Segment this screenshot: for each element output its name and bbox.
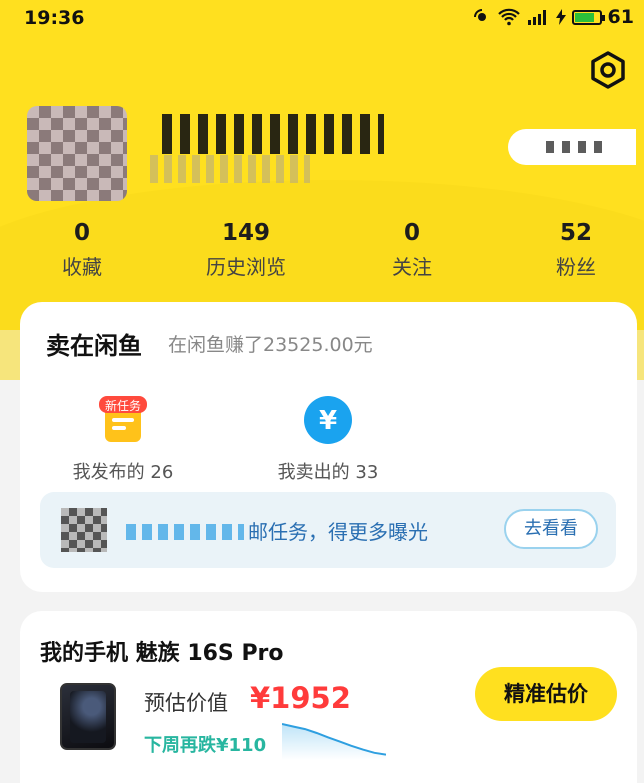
list-doc-icon: 新任务 — [97, 394, 149, 446]
promo-thumbnail — [61, 508, 107, 552]
user-info-redacted — [150, 155, 310, 183]
next-week-drop: 下周再跌¥110 — [144, 735, 267, 756]
profile-badge-redacted[interactable] — [508, 129, 636, 165]
phone-image — [60, 683, 116, 750]
my-published-entry[interactable]: 新任务 我发布的 26 — [48, 394, 198, 484]
stat-history[interactable]: 149 历史浏览 — [181, 220, 311, 280]
stat-label: 历史浏览 — [206, 255, 286, 279]
my-sold-entry[interactable]: ¥ 我卖出的 33 — [253, 394, 403, 484]
hotspot-icon — [473, 9, 486, 21]
promo-banner[interactable]: 邮任务，得更多曝光 去看看 — [40, 492, 616, 568]
charging-icon — [555, 9, 566, 25]
stat-following[interactable]: 0 关注 — [347, 220, 477, 280]
precise-valuation-button[interactable]: 精准估价 — [475, 667, 617, 721]
stat-count: 149 — [221, 220, 270, 246]
my-phone-card: 我的手机 魅族 16S Pro 预估价值 ¥1952 下周再跌¥110 精准估价 — [20, 611, 637, 783]
stat-count: 0 — [73, 220, 90, 246]
settings-icon[interactable] — [588, 50, 628, 90]
sell-title: 卖在闲鱼 — [46, 332, 142, 360]
stat-followers[interactable]: 52 粉丝 — [511, 220, 641, 280]
estimate-price: ¥1952 — [250, 681, 351, 715]
sell-earnings: 在闲鱼赚了23525.00元 — [168, 334, 373, 356]
new-task-badge: 新任务 — [104, 399, 141, 413]
nickname-redacted[interactable] — [162, 114, 384, 154]
my-published-label: 我发布的 26 — [72, 462, 174, 483]
stat-count: 0 — [403, 220, 420, 246]
wifi-icon — [497, 8, 520, 26]
status-time: 19:36 — [24, 7, 85, 29]
stat-favorites[interactable]: 0 收藏 — [17, 220, 147, 280]
stat-count: 52 — [559, 220, 592, 246]
stat-label: 收藏 — [62, 255, 102, 279]
estimate-label: 预估价值 — [144, 691, 228, 715]
status-bar: 19:36 61 — [0, 0, 644, 36]
promo-text: 邮任务，得更多曝光 — [248, 520, 428, 544]
promo-view-button[interactable]: 去看看 — [504, 509, 598, 549]
sell-card: 卖在闲鱼 在闲鱼赚了23525.00元 新任务 我发布的 26 ¥ 我卖出的 3… — [20, 302, 637, 592]
stats-row: 0 收藏 149 历史浏览 0 关注 52 粉丝 — [0, 220, 644, 290]
yen-coin-icon: ¥ — [302, 394, 354, 446]
battery-icon — [571, 9, 605, 25]
promo-text-redacted — [126, 524, 244, 540]
phone-title: 我的手机 魅族 16S Pro — [40, 641, 284, 666]
stat-label: 关注 — [392, 255, 432, 279]
my-sold-label: 我卖出的 33 — [277, 462, 379, 483]
price-trend-sparkline — [282, 723, 386, 760]
svg-text:¥: ¥ — [319, 406, 337, 436]
avatar[interactable] — [27, 106, 127, 201]
battery-level: 61 — [607, 6, 634, 28]
stat-label: 粉丝 — [556, 255, 596, 279]
signal-4g-icon — [527, 10, 546, 25]
